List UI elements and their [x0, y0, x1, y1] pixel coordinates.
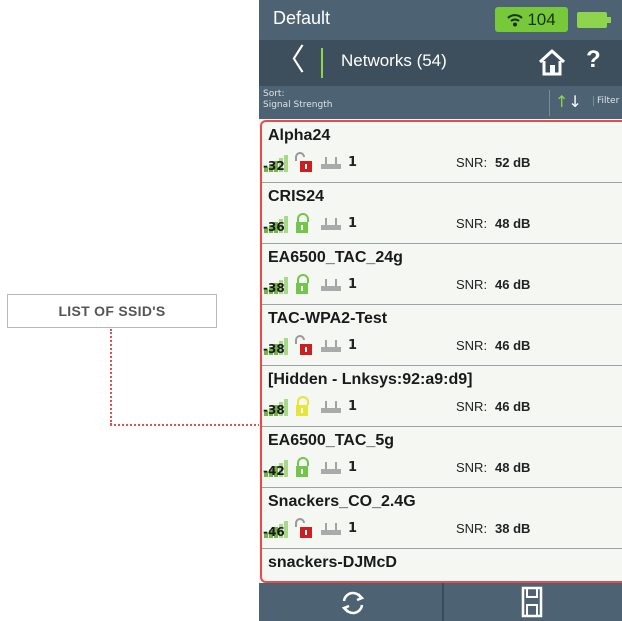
access-point-icon: [321, 401, 341, 413]
nav-separator: [321, 48, 323, 78]
access-point-icon: [321, 279, 341, 291]
signal-value: -38: [263, 281, 285, 294]
snr-label: SNR:: [456, 216, 488, 231]
ssid-name: Snackers_CO_2.4G: [268, 493, 416, 510]
footer-bar: [259, 583, 622, 621]
snr-value: 48 dB: [495, 216, 531, 231]
list-item[interactable]: [Hidden - Lnksys:92:a9:d9] -38 1 SNR: 46 dB: [262, 366, 622, 427]
access-point-icon: [321, 340, 341, 352]
ap-count: 1: [348, 277, 358, 292]
battery-icon: [577, 12, 611, 28]
ap-count: 1: [348, 521, 358, 536]
access-point-icon: [321, 523, 341, 535]
list-item[interactable]: CRIS24 -36 1 SNR: 48 dB: [262, 183, 622, 244]
snr-value: 52 dB: [495, 155, 531, 170]
lock-icon: [296, 396, 309, 416]
signal-strength-icon: -38: [263, 277, 288, 294]
ssid-name: EA6500_TAC_24g: [268, 249, 403, 266]
ap-count: 1: [348, 216, 358, 231]
list-item[interactable]: EA6500_TAC_24g -38 1 SNR: 46 dB: [262, 244, 622, 305]
lock-open-icon: [295, 335, 312, 355]
snr-label: SNR:: [456, 155, 488, 170]
footer-divider: [442, 583, 444, 621]
snr-label: SNR:: [456, 277, 488, 292]
list-item[interactable]: snackers-DJMcD: [262, 549, 622, 581]
sort-direction-icon[interactable]: ↑↓: [555, 92, 582, 111]
home-icon[interactable]: [537, 48, 567, 78]
snr-value: 46 dB: [495, 338, 531, 353]
ssid-list[interactable]: Alpha24 -32 1 SNR: 52 dB CRIS24 -36 1 SNR: 48 dB E…: [260, 120, 622, 583]
list-item[interactable]: Snackers_CO_2.4G -46 1 SNR: 38 dB: [262, 488, 622, 549]
wifi-count-badge[interactable]: 104: [495, 7, 568, 32]
device-screen: Default 104 〈 Networks (54) ? Sort: Sign…: [259, 0, 622, 621]
wifi-icon: [507, 13, 524, 26]
access-point-icon: [321, 462, 341, 474]
snr-label: SNR:: [456, 338, 488, 353]
sort-label-title: Sort:: [263, 89, 285, 99]
snr-value: 46 dB: [495, 277, 531, 292]
access-point-icon: [321, 157, 341, 169]
list-item[interactable]: TAC-WPA2-Test -38 1 SNR: 46 dB: [262, 305, 622, 366]
save-icon[interactable]: [521, 586, 543, 618]
ssid-name: Alpha24: [268, 127, 331, 144]
ap-count: 1: [348, 399, 358, 414]
ssid-name: CRIS24: [268, 188, 325, 205]
filter-button[interactable]: Filter: [593, 96, 619, 106]
status-bar: Default 104: [259, 0, 622, 40]
lock-open-icon: [295, 518, 312, 538]
sort-bar[interactable]: Sort: Signal Strength ↑↓ Filter: [259, 86, 622, 119]
signal-value: -36: [263, 220, 285, 233]
snr-label: SNR:: [456, 399, 488, 414]
snr-value: 38 dB: [495, 521, 531, 536]
ap-count: 1: [348, 155, 358, 170]
signal-strength-icon: -36: [263, 216, 288, 233]
callout-label: LIST OF SSID'S: [7, 294, 217, 328]
signal-strength-icon: -38: [263, 338, 288, 355]
profile-title: Default: [273, 8, 331, 28]
signal-value: -42: [263, 464, 285, 477]
sort-label[interactable]: Sort: Signal Strength: [263, 89, 332, 111]
wifi-count: 104: [527, 9, 556, 29]
sort-separator: [549, 90, 550, 116]
refresh-icon[interactable]: [339, 589, 367, 617]
signal-value: -38: [263, 342, 285, 355]
snr-value: 48 dB: [495, 460, 531, 475]
lock-open-icon: [295, 152, 312, 172]
ssid-name: TAC-WPA2-Test: [268, 310, 388, 327]
ap-count: 1: [348, 460, 358, 475]
nav-bar: 〈 Networks (54) ?: [259, 40, 622, 86]
signal-strength-icon: -46: [263, 521, 288, 538]
chevron-left-icon[interactable]: 〈: [275, 44, 305, 78]
snr-label: SNR:: [456, 521, 488, 536]
help-button[interactable]: ?: [586, 46, 601, 74]
callout-connector-horizontal: [110, 424, 260, 426]
lock-icon: [296, 213, 309, 233]
ssid-name: [Hidden - Lnksys:92:a9:d9]: [268, 371, 473, 388]
signal-strength-icon: -42: [263, 460, 288, 477]
lock-icon: [296, 274, 309, 294]
ssid-name: snackers-DJMcD: [268, 554, 397, 571]
page-title: Networks (54): [341, 51, 447, 70]
snr-label: SNR:: [456, 460, 488, 475]
lock-icon: [296, 457, 309, 477]
list-item[interactable]: Alpha24 -32 1 SNR: 52 dB: [262, 122, 622, 183]
ssid-name: EA6500_TAC_5g: [268, 432, 394, 449]
callout-connector-vertical: [110, 329, 112, 425]
signal-value: -46: [263, 525, 285, 538]
sort-label-value: Signal Strength: [263, 100, 333, 110]
access-point-icon: [321, 218, 341, 230]
snr-value: 46 dB: [495, 399, 531, 414]
ap-count: 1: [348, 338, 358, 353]
list-item[interactable]: EA6500_TAC_5g -42 1 SNR: 48 dB: [262, 427, 622, 488]
signal-strength-icon: -38: [263, 399, 288, 416]
signal-strength-icon: -32: [263, 155, 288, 172]
signal-value: -32: [263, 159, 285, 172]
signal-value: -38: [263, 403, 285, 416]
